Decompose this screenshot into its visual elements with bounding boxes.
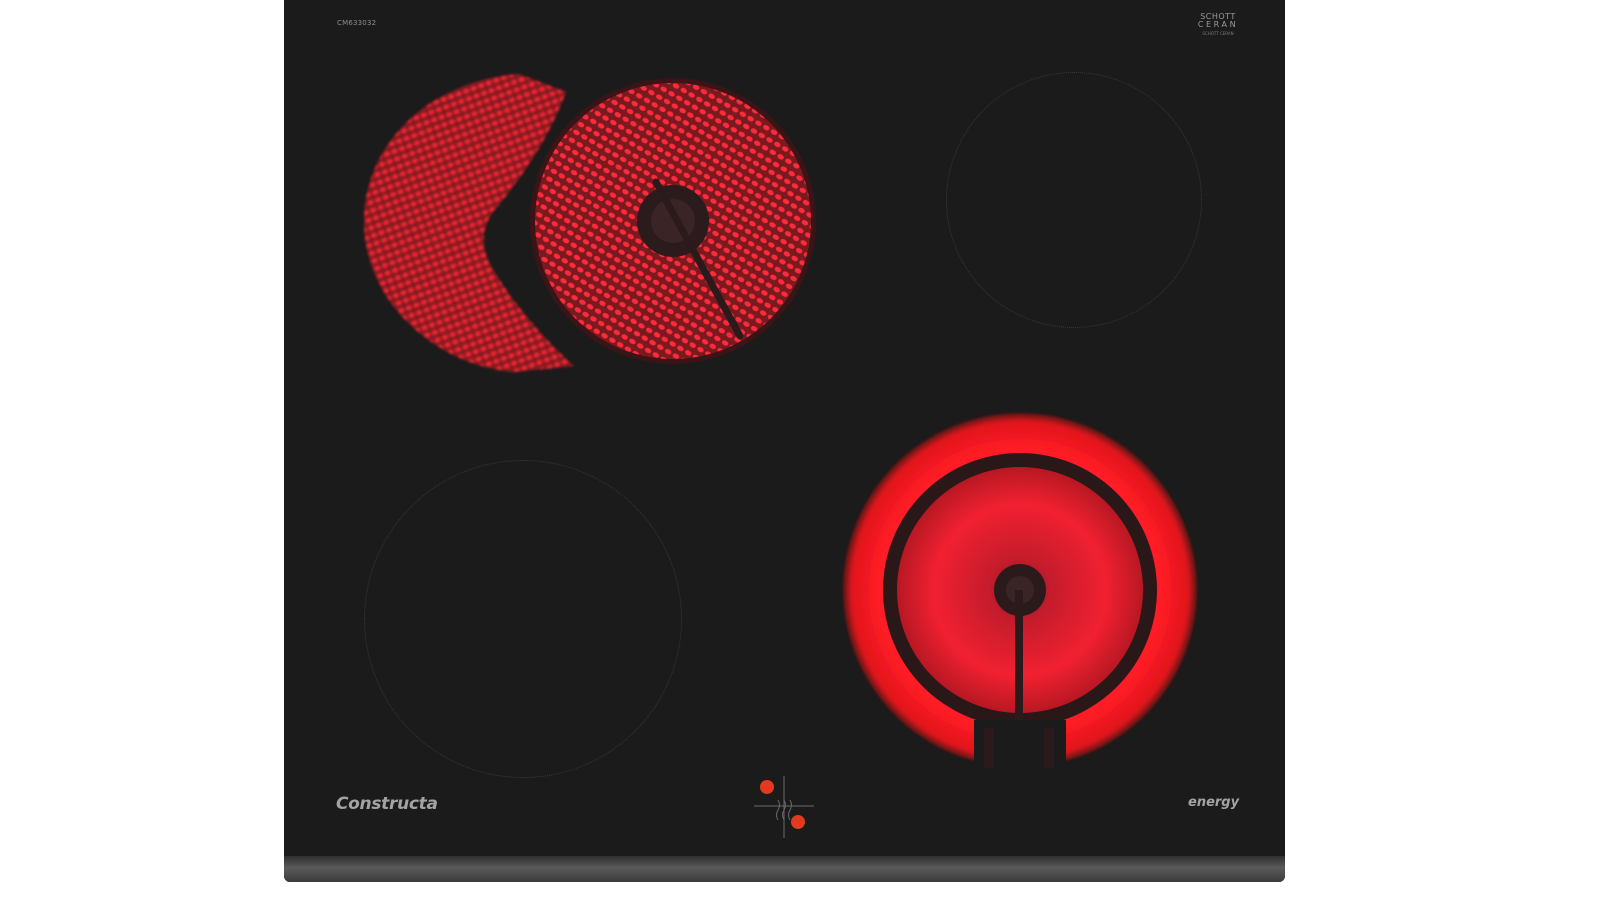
- brand-logo: Constructa: [336, 794, 438, 814]
- cooktop-front-edge: [284, 856, 1285, 882]
- front-right-dual-element: [843, 413, 1197, 772]
- product-image: CM633032 SCHOTT CERAN SCHOTT CERAN Const…: [0, 0, 1600, 900]
- ceramic-cooktop: CM633032 SCHOTT CERAN SCHOTT CERAN Const…: [284, 0, 1285, 882]
- rear-left-main-element: [530, 78, 816, 364]
- rear-left-zone-light: [760, 780, 774, 794]
- energy-label: energy: [1188, 795, 1240, 810]
- heating-elements: [364, 74, 1197, 838]
- front-right-zone-light: [791, 815, 805, 829]
